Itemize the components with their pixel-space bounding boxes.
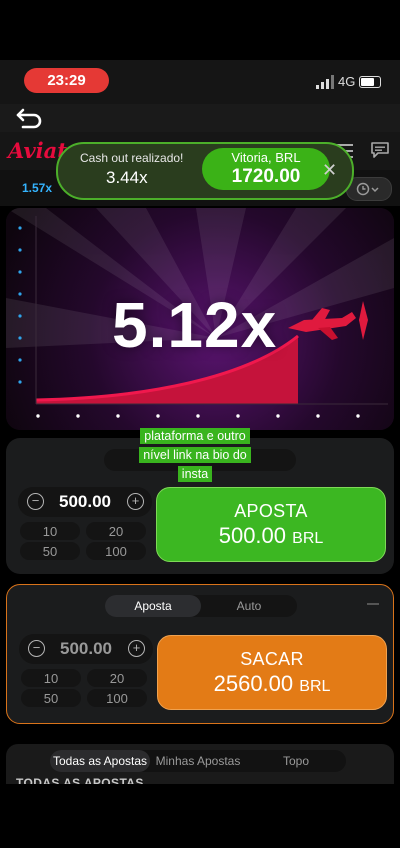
bet-panel-2-tabs: Aposta Auto [105, 595, 297, 617]
bets-tabs: Todas as Apostas Minhas Apostas Topo [50, 750, 346, 772]
promo-caption: plataforma e outro nível link na bio do … [132, 427, 258, 485]
battery-icon [359, 76, 381, 88]
quick-amount-button[interactable]: 100 [86, 542, 146, 560]
cash-out-button[interactable]: SACAR 2560.00 BRL [157, 635, 387, 710]
history-multiplier[interactable]: 1.57x [22, 181, 52, 195]
cashout-toast: Cash out realizado! 3.44x Vitoria, BRL 1… [56, 142, 354, 200]
place-bet-currency: BRL [292, 529, 324, 547]
game-area: 5.12x [6, 208, 394, 430]
chat-icon[interactable] [370, 141, 390, 159]
increase-button[interactable]: + [128, 640, 145, 657]
cash-out-currency: BRL [299, 677, 331, 695]
tab-my-bets[interactable]: Minhas Apostas [148, 750, 248, 772]
cash-out-label: SACAR [240, 648, 304, 669]
crash-multiplier: 5.12x [112, 289, 278, 361]
bottom-black-bar [0, 784, 400, 848]
toast-win-amount: 1720.00 [231, 166, 301, 187]
toast-win-label: Vitoria, BRL [231, 150, 301, 165]
signal-icon [316, 75, 334, 89]
tab-aposta[interactable]: Aposta [105, 595, 201, 617]
quick-amount-button[interactable]: 50 [21, 689, 81, 707]
bets-panel: Todas as Apostas Minhas Apostas Topo TOD… [6, 744, 394, 784]
quick-amount-button[interactable]: 20 [86, 522, 146, 540]
toast-multiplier: 3.44x [106, 168, 148, 187]
place-bet-label: APOSTA [234, 500, 308, 521]
bet-amount-stepper[interactable]: − 500.00 + [18, 487, 152, 517]
history-button[interactable] [346, 177, 392, 201]
nav-bar [0, 104, 400, 132]
bet-amount-value: 500.00 [60, 639, 112, 658]
bet-panel-2: Aposta Auto − 500.00 + 10 20 50 100 SACA… [6, 584, 394, 724]
quick-amount-button[interactable]: 50 [20, 542, 80, 560]
toast-win-badge: Vitoria, BRL 1720.00 [202, 148, 330, 190]
place-bet-amount: 500.00 [218, 522, 287, 548]
place-bet-button[interactable]: APOSTA 500.00 BRL [156, 487, 386, 562]
top-black-bar [0, 0, 400, 60]
network-type: 4G [338, 74, 356, 89]
back-arrow-icon[interactable] [15, 106, 45, 130]
quick-amount-button[interactable]: 10 [21, 669, 81, 687]
bet-amount-value: 500.00 [59, 492, 111, 511]
increase-button[interactable]: + [127, 493, 144, 510]
status-time: 23:29 [24, 68, 109, 93]
tab-all-bets[interactable]: Todas as Apostas [50, 750, 150, 772]
tab-auto[interactable]: Auto [201, 595, 297, 617]
bet-amount-stepper[interactable]: − 500.00 + [19, 634, 153, 664]
quick-amount-button[interactable]: 20 [87, 669, 147, 687]
quick-amount-button[interactable]: 100 [87, 689, 147, 707]
status-bar: 23:29 4G [0, 60, 400, 104]
cash-out-amount: 2560.00 [213, 670, 294, 696]
panel-more-icon[interactable] [367, 603, 379, 605]
bets-heading: TODAS AS APOSTAS [16, 776, 144, 784]
quick-amount-button[interactable]: 10 [20, 522, 80, 540]
tab-top[interactable]: Topo [246, 750, 346, 772]
history-clock-icon [356, 182, 379, 196]
close-icon[interactable]: ✕ [322, 160, 337, 181]
toast-caption: Cash out realizado! [80, 151, 184, 165]
